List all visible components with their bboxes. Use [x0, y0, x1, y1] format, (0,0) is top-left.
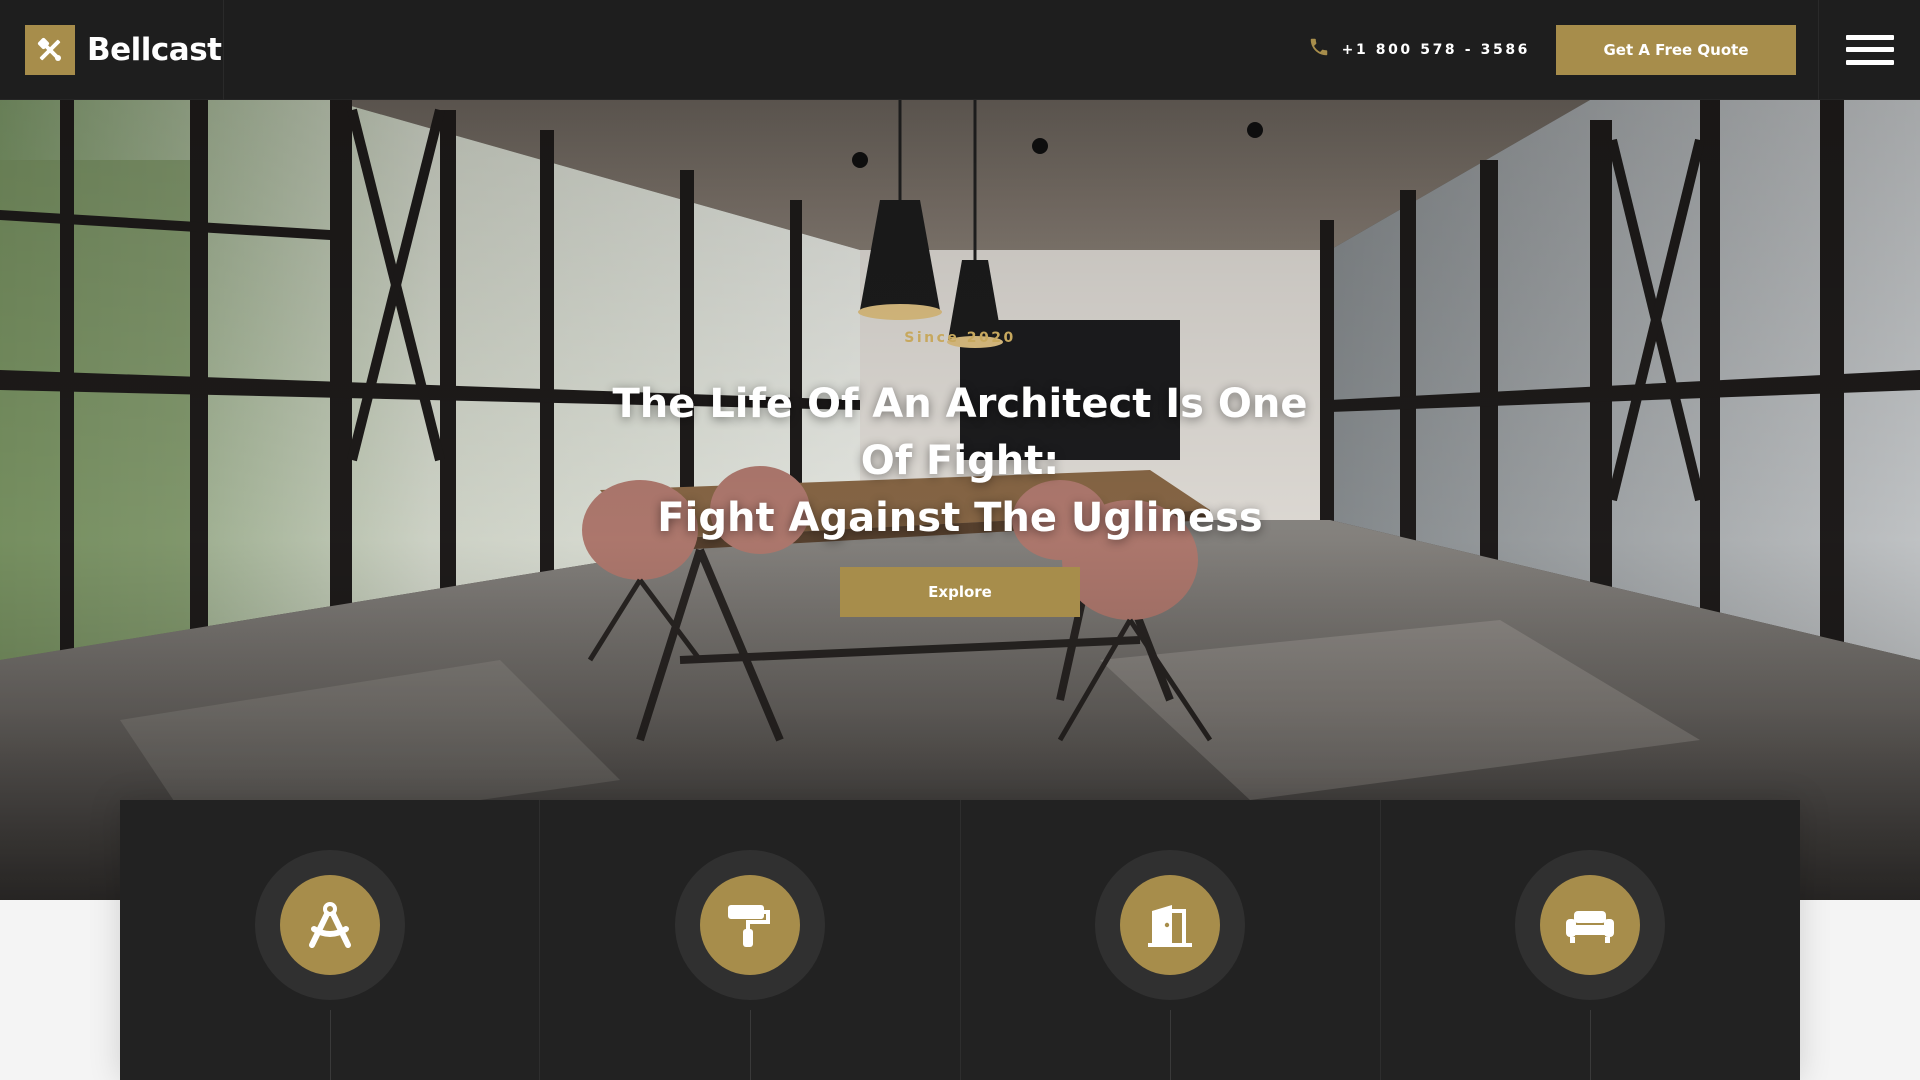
hero-title-line-2: Fight Against The Ugliness [657, 495, 1263, 541]
hero-content: Since 2020 The Life Of An Architect Is O… [0, 330, 1920, 617]
service-card-furniture[interactable] [1381, 800, 1800, 1080]
paint-roller-icon [699, 875, 800, 975]
hero-section: Since 2020 The Life Of An Architect Is O… [0, 100, 1920, 900]
phone-number: +1 800 578 - 3586 [1341, 41, 1530, 58]
hamburger-menu-icon[interactable] [1845, 34, 1894, 65]
phone-link[interactable]: +1 800 578 - 3586 [1308, 36, 1530, 63]
hero-title: The Life Of An Architect Is One Of Fight… [580, 376, 1340, 547]
hero-eyebrow: Since 2020 [904, 330, 1016, 346]
sofa-icon [1540, 875, 1641, 975]
service-card-design[interactable] [120, 800, 541, 1080]
tools-icon [25, 24, 75, 75]
services-strip [120, 800, 1800, 1080]
get-quote-button[interactable]: Get A Free Quote [1556, 24, 1796, 75]
menu-toggle[interactable] [1818, 0, 1920, 100]
phone-icon [1308, 36, 1330, 63]
brand-logo[interactable]: Bellcast [0, 0, 224, 100]
service-card-doors[interactable] [961, 800, 1381, 1080]
hero-title-line-1: The Life Of An Architect Is One Of Fight… [612, 381, 1308, 484]
drafting-compass-icon [279, 875, 380, 975]
header-actions: +1 800 578 - 3586 Get A Free Quote [1308, 0, 1920, 100]
explore-button[interactable]: Explore [840, 567, 1080, 617]
site-header: Bellcast +1 800 578 - 3586 Get A Free Qu… [0, 0, 1920, 100]
service-card-painting[interactable] [540, 800, 961, 1080]
door-open-icon [1120, 875, 1221, 975]
brand-name: Bellcast [87, 31, 222, 68]
